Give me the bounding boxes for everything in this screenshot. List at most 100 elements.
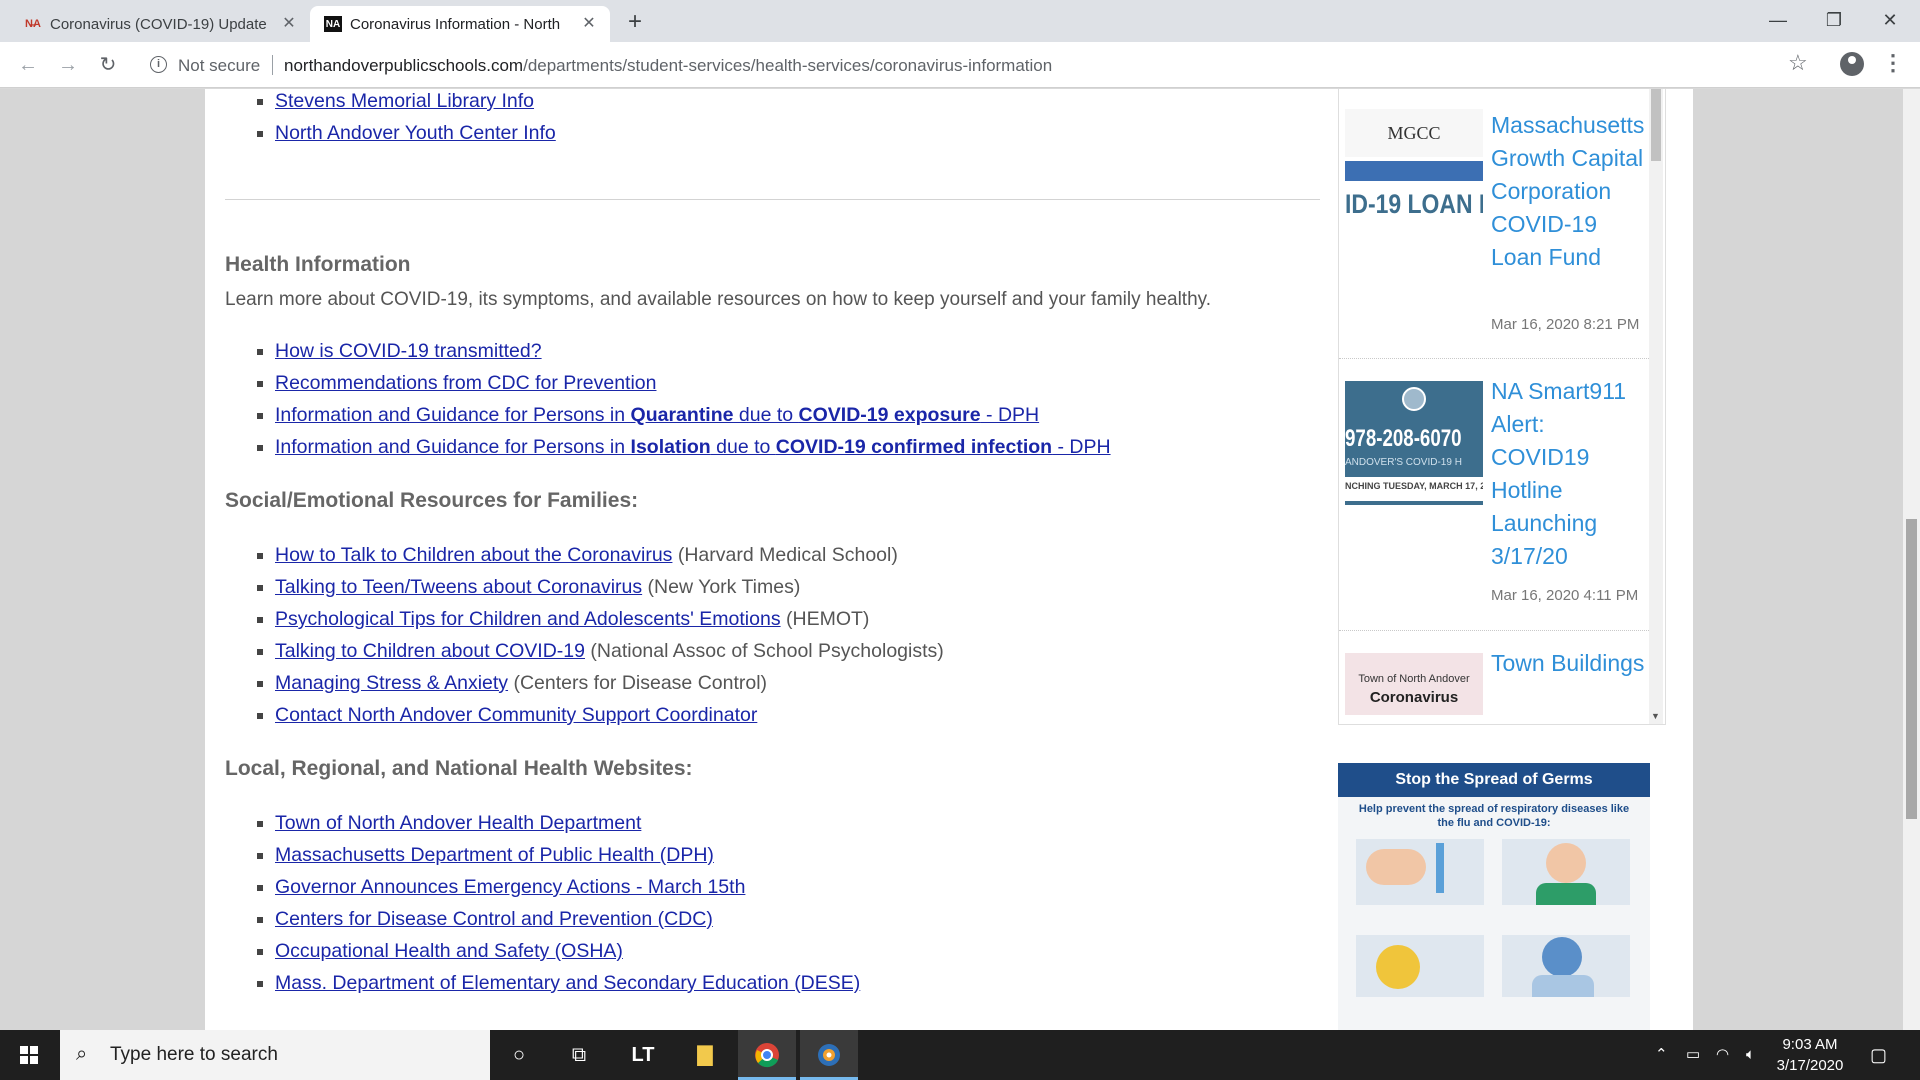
close-tab-icon[interactable]: ✕ bbox=[580, 15, 598, 33]
list-item: Recommendations from CDC for Prevention bbox=[275, 367, 1325, 399]
forward-arrow-icon[interactable]: → bbox=[54, 51, 82, 79]
menu-dots-icon[interactable]: ⋮ bbox=[1882, 50, 1904, 76]
chrome-icon[interactable] bbox=[738, 1030, 796, 1080]
reload-icon[interactable]: ↻ bbox=[94, 51, 122, 79]
new-tab-button[interactable]: + bbox=[620, 8, 650, 38]
source-text: (New York Times) bbox=[642, 576, 801, 598]
thumb-text: Town of North Andover bbox=[1358, 673, 1470, 685]
link[interactable]: Massachusetts Department of Public Healt… bbox=[275, 844, 714, 866]
task-view-icon[interactable]: ⧉ bbox=[550, 1030, 608, 1080]
screen-recorder-icon[interactable] bbox=[800, 1030, 858, 1080]
websites-heading: Local, Regional, and National Health Web… bbox=[225, 757, 693, 780]
list-item: Massachusetts Department of Public Healt… bbox=[275, 839, 1325, 871]
link-text: due to bbox=[733, 404, 799, 426]
url-path: /departments/student-services/health-ser… bbox=[523, 56, 1053, 75]
cortana-icon[interactable]: ○ bbox=[490, 1030, 548, 1080]
list-item: Town of North Andover Health Department bbox=[275, 807, 1325, 839]
app-icon[interactable]: LT bbox=[614, 1030, 672, 1080]
link[interactable]: North Andover Youth Center Info bbox=[275, 122, 556, 144]
list-item: Governor Announces Emergency Actions - M… bbox=[275, 871, 1325, 903]
link-text-bold: Quarantine bbox=[630, 404, 734, 426]
volume-icon[interactable]: 🔈︎ bbox=[1746, 1030, 1755, 1080]
link[interactable]: Stevens Memorial Library Info bbox=[275, 90, 534, 112]
link[interactable]: Talking to Children about COVID-19 bbox=[275, 640, 585, 662]
list-item: Information and Guidance for Persons in … bbox=[275, 399, 1325, 431]
list-item: Talking to Children about COVID-19 (Nati… bbox=[275, 635, 1325, 667]
link[interactable]: How is COVID-19 transmitted? bbox=[275, 340, 542, 362]
list-item: How to Talk to Children about the Corona… bbox=[275, 539, 1325, 571]
poster-subheading: Help prevent the spread of respiratory d… bbox=[1358, 803, 1630, 829]
close-tab-icon[interactable]: ✕ bbox=[280, 15, 298, 33]
divider bbox=[272, 55, 273, 75]
tab-title: Coronavirus (COVID-19) Update bbox=[50, 15, 267, 33]
minimize-icon[interactable]: — bbox=[1750, 0, 1806, 42]
link[interactable]: Information and Guidance for Persons in … bbox=[275, 404, 1039, 426]
list-item: Occupational Health and Safety (OSHA) bbox=[275, 935, 1325, 967]
link[interactable]: Information and Guidance for Persons in … bbox=[275, 436, 1111, 458]
tab-strip: N̶A Coronavirus (COVID-19) Update ✕ NA C… bbox=[0, 0, 1920, 42]
system-clock[interactable]: 9:03 AM 3/17/2020 bbox=[1770, 1034, 1850, 1076]
page-scrollbar[interactable] bbox=[1903, 89, 1920, 1030]
link-text-bold: COVID-19 confirmed infection bbox=[775, 436, 1053, 458]
restore-icon[interactable]: ❐ bbox=[1806, 0, 1862, 42]
scroll-thumb[interactable] bbox=[1906, 519, 1917, 819]
germs-poster[interactable]: Stop the Spread of Germs Help prevent th… bbox=[1338, 763, 1650, 1030]
health-intro: Learn more about COVID-19, its symptoms,… bbox=[225, 289, 1212, 310]
list-item: Centers for Disease Control and Preventi… bbox=[275, 903, 1325, 935]
news-title[interactable]: Massachusetts Growth Capital Corporation… bbox=[1491, 109, 1649, 274]
info-icon[interactable]: i bbox=[150, 56, 167, 73]
link-text: Information and Guidance for Persons in bbox=[275, 404, 631, 426]
link[interactable]: Town of North Andover Health Department bbox=[275, 812, 641, 834]
tab-covid-update[interactable]: N̶A Coronavirus (COVID-19) Update ✕ bbox=[10, 6, 310, 42]
thumb-subtext: ANDOVER'S COVID-19 H bbox=[1345, 457, 1462, 468]
link[interactable]: Contact North Andover Community Support … bbox=[275, 704, 757, 726]
browser-toolbar: ← → ↻ i Not secure northandoverpublicsch… bbox=[0, 42, 1920, 88]
url-text[interactable]: northandoverpublicschools.com/department… bbox=[284, 56, 1052, 76]
thumb-subtext: NCHING TUESDAY, MARCH 17, 2 bbox=[1345, 481, 1483, 491]
news-title[interactable]: NA Smart911 Alert: COVID19 Hotline Launc… bbox=[1491, 375, 1649, 573]
tray-chevron-icon[interactable]: ⌃ bbox=[1655, 1030, 1668, 1080]
link-text: - DPH bbox=[1052, 436, 1111, 458]
social-links-list: How to Talk to Children about the Corona… bbox=[225, 539, 1325, 731]
thumb-subtext: Coronavirus bbox=[1369, 689, 1459, 706]
news-scrollbar[interactable]: ▼ bbox=[1649, 89, 1663, 724]
scroll-thumb[interactable] bbox=[1651, 89, 1661, 161]
news-thumbnail[interactable]: MGCC ID-19 LOAN F bbox=[1345, 109, 1483, 233]
wifi-icon[interactable]: ◠ bbox=[1716, 1030, 1729, 1080]
close-window-icon[interactable]: ✕ bbox=[1862, 0, 1918, 42]
taskbar: ⌕ Type here to search ○ ⧉ LT ▇ ⌃ ▭ ◠ 🔈︎ … bbox=[0, 1030, 1920, 1080]
file-explorer-icon[interactable]: ▇ bbox=[676, 1030, 734, 1080]
news-thumbnail[interactable]: 978-208-6070 ANDOVER'S COVID-19 H NCHING… bbox=[1345, 381, 1483, 505]
notifications-icon[interactable]: ▢ bbox=[1870, 1030, 1887, 1080]
link[interactable]: Mass. Department of Elementary and Secon… bbox=[275, 972, 860, 994]
news-title[interactable]: Town Buildings bbox=[1491, 647, 1649, 680]
link[interactable]: Occupational Health and Safety (OSHA) bbox=[275, 940, 623, 962]
scroll-down-icon[interactable]: ▼ bbox=[1651, 711, 1660, 721]
link[interactable]: Psychological Tips for Children and Adol… bbox=[275, 608, 781, 630]
list-item: Information and Guidance for Persons in … bbox=[275, 431, 1325, 463]
page-content: Stevens Memorial Library Info North Ando… bbox=[205, 89, 1693, 1030]
news-item[interactable]: MGCC ID-19 LOAN F Massachusetts Growth C… bbox=[1339, 89, 1649, 359]
news-item[interactable]: Town of North Andover Coronavirus Town B… bbox=[1339, 631, 1649, 724]
news-thumbnail[interactable]: Town of North Andover Coronavirus bbox=[1345, 653, 1483, 715]
link[interactable]: Governor Announces Emergency Actions - M… bbox=[275, 876, 745, 898]
thumb-text: 978-208-6070 bbox=[1345, 425, 1462, 452]
back-arrow-icon[interactable]: ← bbox=[14, 51, 42, 79]
link[interactable]: Talking to Teen/Tweens about Coronavirus bbox=[275, 576, 642, 598]
battery-icon[interactable]: ▭ bbox=[1686, 1030, 1700, 1080]
link-text-bold: COVID-19 exposure bbox=[798, 404, 981, 426]
tab-coronavirus-info[interactable]: NA Coronavirus Information - North ✕ bbox=[310, 6, 610, 42]
link[interactable]: Managing Stress & Anxiety bbox=[275, 672, 508, 694]
news-date: Mar 16, 2020 8:21 PM bbox=[1491, 316, 1640, 333]
taskbar-search-box[interactable]: ⌕ Type here to search bbox=[60, 1030, 490, 1080]
news-item[interactable]: 978-208-6070 ANDOVER'S COVID-19 H NCHING… bbox=[1339, 359, 1649, 631]
account-icon[interactable] bbox=[1840, 52, 1864, 76]
address-bar[interactable]: i Not secure northandoverpublicschools.c… bbox=[140, 48, 1800, 82]
link[interactable]: Centers for Disease Control and Preventi… bbox=[275, 908, 713, 930]
source-text: (HEMOT) bbox=[780, 608, 870, 630]
bookmark-star-icon[interactable]: ☆ bbox=[1788, 50, 1808, 76]
divider bbox=[225, 199, 1320, 200]
link[interactable]: Recommendations from CDC for Prevention bbox=[275, 372, 656, 394]
link[interactable]: How to Talk to Children about the Corona… bbox=[275, 544, 672, 566]
windows-start-icon[interactable] bbox=[0, 1030, 58, 1080]
